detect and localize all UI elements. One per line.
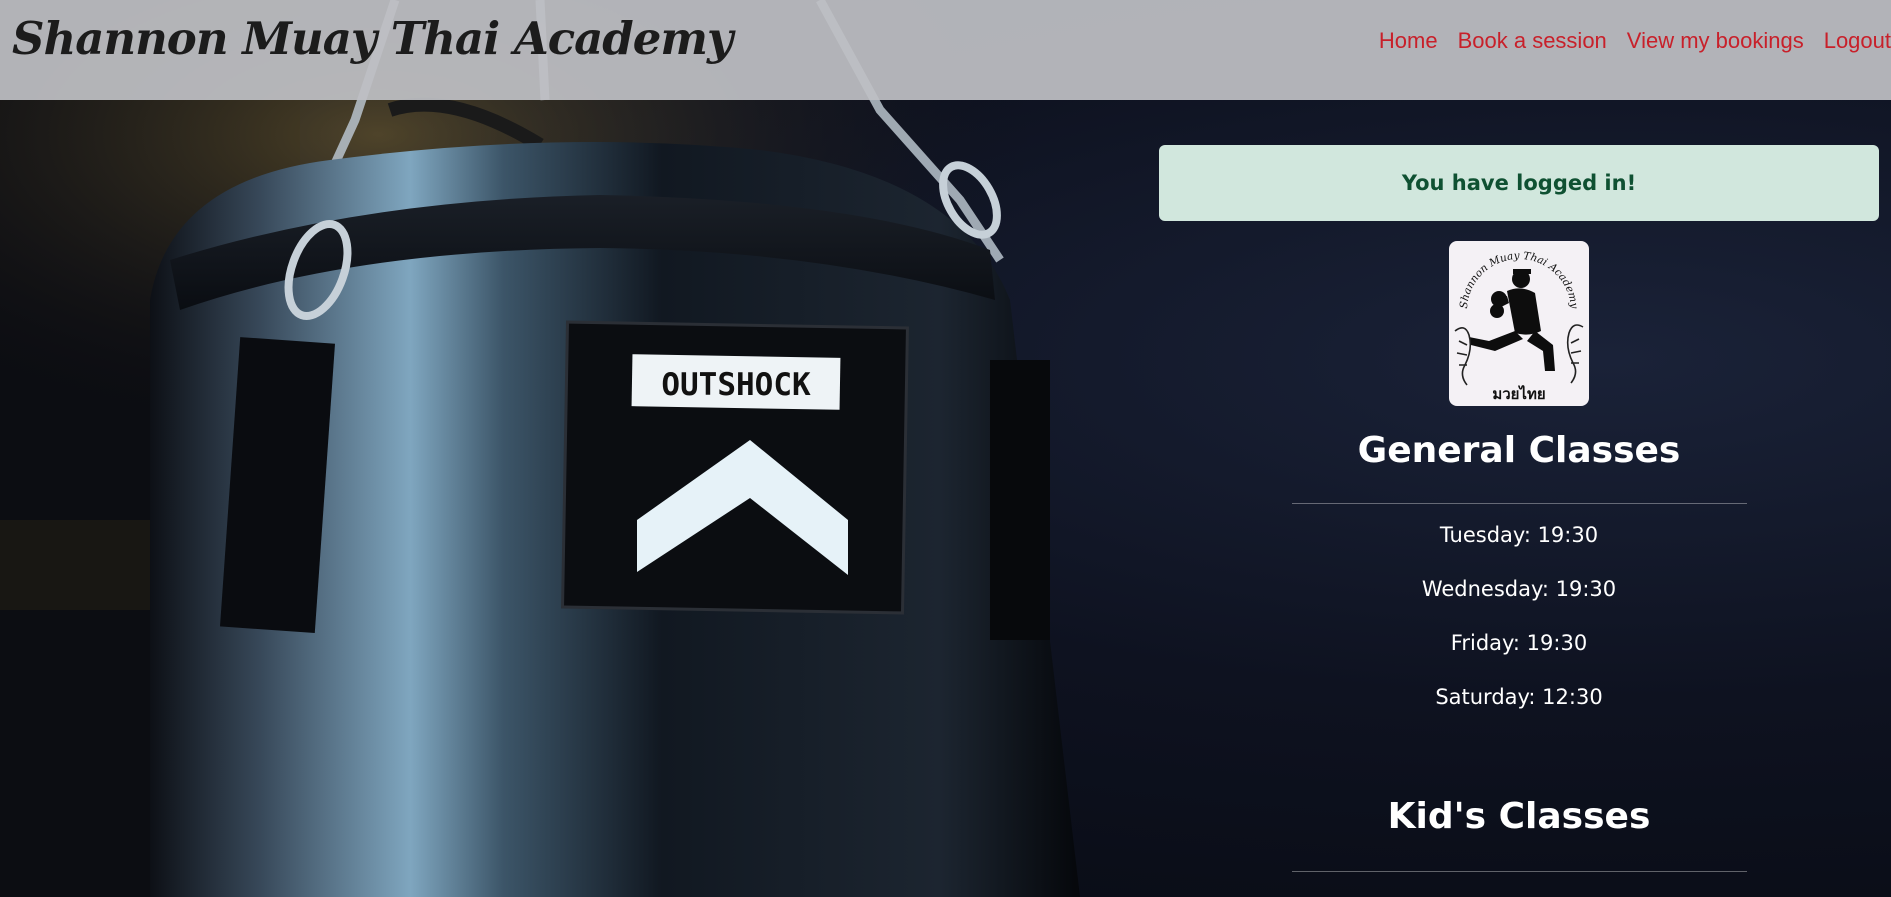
kids-classes-title: Kid's Classes <box>1387 796 1651 837</box>
class-time-item: Wednesday: 19:30 <box>1421 577 1617 601</box>
bag-brand-text: OUTSHOCK <box>661 367 811 403</box>
nav-link-book-session[interactable]: Book a session <box>1458 28 1607 54</box>
class-time-item: Tuesday: 19:30 <box>1439 523 1599 547</box>
top-navbar: Shannon Muay Thai Academy Home Book a se… <box>0 0 1891 100</box>
nav-links: Home Book a session View my bookings Log… <box>1379 28 1891 54</box>
nav-link-logout[interactable]: Logout <box>1824 28 1891 54</box>
class-time-item: Friday: 19:30 <box>1450 631 1588 655</box>
alert-message: You have logged in! <box>1401 171 1637 195</box>
main-content: You have logged in! Shannon Muay Thai Ac… <box>1159 145 1879 872</box>
nav-link-view-bookings[interactable]: View my bookings <box>1627 28 1804 54</box>
login-success-alert: You have logged in! <box>1159 145 1879 221</box>
page: OUTSHOCK Shannon Muay Thai Academy Home … <box>0 0 1891 897</box>
fighter-logo-icon: Shannon Muay Thai Academy มวยไทย <box>1454 250 1584 403</box>
kids-classes-divider <box>1291 871 1747 872</box>
general-classes-title: General Classes <box>1357 430 1681 471</box>
general-classes-schedule: Tuesday: 19:30 Wednesday: 19:30 Friday: … <box>1159 520 1879 736</box>
site-brand[interactable]: Shannon Muay Thai Academy <box>12 12 733 65</box>
class-time-item: Saturday: 12:30 <box>1435 685 1603 709</box>
general-classes-divider <box>1291 503 1747 504</box>
logo-thai-text: มวยไทย <box>1492 384 1545 403</box>
nav-link-home[interactable]: Home <box>1379 28 1438 54</box>
academy-logo: Shannon Muay Thai Academy มวยไทย <box>1449 241 1589 406</box>
